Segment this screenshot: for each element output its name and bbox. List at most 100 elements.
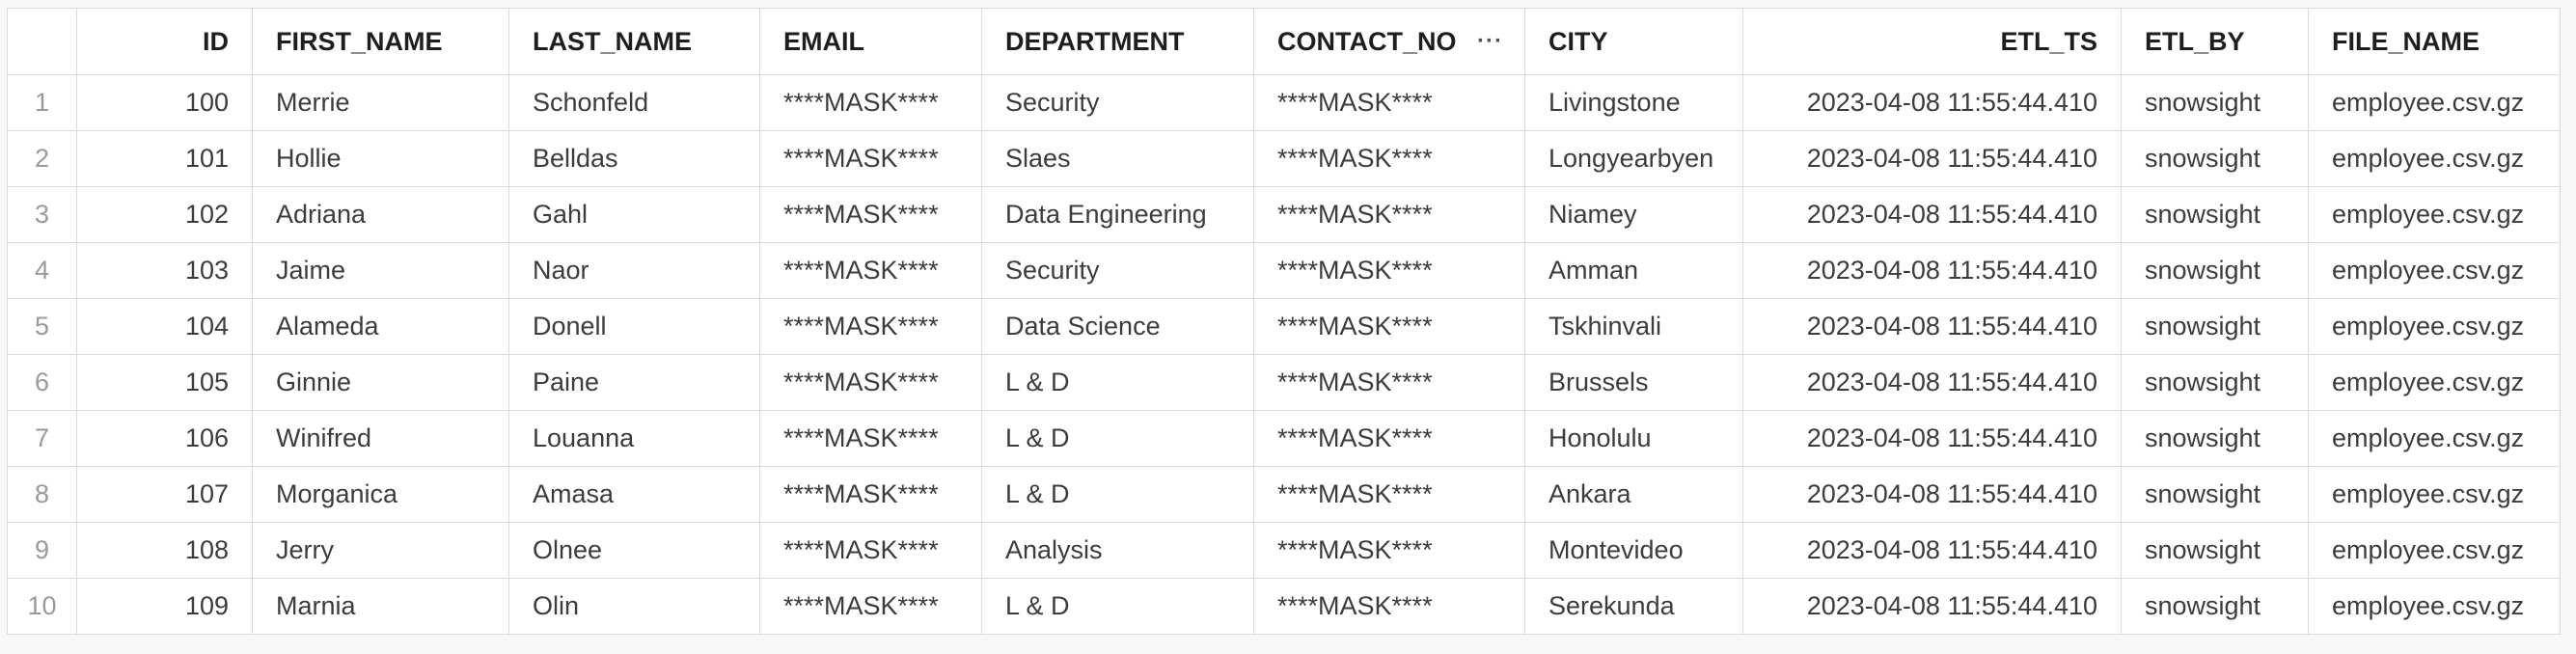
column-header-contact-no[interactable]: CONTACT_NO ··· <box>1253 8 1525 75</box>
cell-email[interactable]: ****MASK**** <box>759 466 982 523</box>
more-horizontal-icon[interactable]: ··· <box>1477 28 1503 55</box>
cell-contact-no[interactable]: ****MASK**** <box>1253 578 1525 635</box>
cell-first-name[interactable]: Ginnie <box>252 354 509 411</box>
cell-city[interactable]: Honolulu <box>1524 410 1743 467</box>
cell-city[interactable]: Tskhinvali <box>1524 298 1743 355</box>
table-row[interactable]: 8 107 Morganica Amasa ****MASK**** L & D ****M… <box>7 466 2561 523</box>
cell-email[interactable]: ****MASK**** <box>759 186 982 243</box>
cell-id[interactable]: 103 <box>76 242 253 299</box>
cell-etl-ts[interactable]: 2023-04-08 11:55:44.410 <box>1742 410 2122 467</box>
cell-etl-by[interactable]: snowsight <box>2121 130 2309 187</box>
cell-email[interactable]: ****MASK**** <box>759 130 982 187</box>
cell-etl-by[interactable]: snowsight <box>2121 74 2309 131</box>
cell-last-name[interactable]: Amasa <box>508 466 760 523</box>
cell-department[interactable]: Data Engineering <box>981 186 1254 243</box>
cell-etl-by[interactable]: snowsight <box>2121 466 2309 523</box>
cell-department[interactable]: Security <box>981 74 1254 131</box>
cell-etl-by[interactable]: snowsight <box>2121 410 2309 467</box>
cell-last-name[interactable]: Louanna <box>508 410 760 467</box>
cell-city[interactable]: Montevideo <box>1524 522 1743 579</box>
cell-city[interactable]: Longyearbyen <box>1524 130 1743 187</box>
row-number[interactable]: 3 <box>7 186 77 243</box>
cell-email[interactable]: ****MASK**** <box>759 298 982 355</box>
cell-etl-ts[interactable]: 2023-04-08 11:55:44.410 <box>1742 74 2122 131</box>
cell-city[interactable]: Niamey <box>1524 186 1743 243</box>
cell-city[interactable]: Amman <box>1524 242 1743 299</box>
table-row[interactable]: 9 108 Jerry Olnee ****MASK**** Analysis ****MA… <box>7 522 2561 579</box>
row-number[interactable]: 2 <box>7 130 77 187</box>
cell-first-name[interactable]: Jerry <box>252 522 509 579</box>
cell-file-name[interactable]: employee.csv.gz <box>2308 242 2561 299</box>
table-row[interactable]: 1 100 Merrie Schonfeld ****MASK**** Security *… <box>7 74 2561 131</box>
cell-etl-by[interactable]: snowsight <box>2121 522 2309 579</box>
cell-file-name[interactable]: employee.csv.gz <box>2308 522 2561 579</box>
cell-etl-ts[interactable]: 2023-04-08 11:55:44.410 <box>1742 298 2122 355</box>
row-number[interactable]: 9 <box>7 522 77 579</box>
cell-first-name[interactable]: Marnia <box>252 578 509 635</box>
cell-contact-no[interactable]: ****MASK**** <box>1253 522 1525 579</box>
cell-department[interactable]: L & D <box>981 466 1254 523</box>
cell-department[interactable]: L & D <box>981 410 1254 467</box>
cell-last-name[interactable]: Paine <box>508 354 760 411</box>
row-number[interactable]: 6 <box>7 354 77 411</box>
cell-file-name[interactable]: employee.csv.gz <box>2308 354 2561 411</box>
column-header-last-name[interactable]: LAST_NAME <box>508 8 760 75</box>
table-row[interactable]: 7 106 Winifred Louanna ****MASK**** L & D ****… <box>7 410 2561 467</box>
table-row[interactable]: 5 104 Alameda Donell ****MASK**** Data Scienc… <box>7 298 2561 355</box>
cell-last-name[interactable]: Donell <box>508 298 760 355</box>
cell-etl-by[interactable]: snowsight <box>2121 578 2309 635</box>
cell-file-name[interactable]: employee.csv.gz <box>2308 578 2561 635</box>
cell-etl-by[interactable]: snowsight <box>2121 242 2309 299</box>
cell-contact-no[interactable]: ****MASK**** <box>1253 298 1525 355</box>
cell-etl-by[interactable]: snowsight <box>2121 298 2309 355</box>
cell-first-name[interactable]: Hollie <box>252 130 509 187</box>
cell-department[interactable]: Slaes <box>981 130 1254 187</box>
cell-contact-no[interactable]: ****MASK**** <box>1253 186 1525 243</box>
cell-contact-no[interactable]: ****MASK**** <box>1253 74 1525 131</box>
cell-first-name[interactable]: Winifred <box>252 410 509 467</box>
cell-last-name[interactable]: Gahl <box>508 186 760 243</box>
cell-etl-ts[interactable]: 2023-04-08 11:55:44.410 <box>1742 130 2122 187</box>
cell-contact-no[interactable]: ****MASK**** <box>1253 242 1525 299</box>
cell-last-name[interactable]: Schonfeld <box>508 74 760 131</box>
cell-file-name[interactable]: employee.csv.gz <box>2308 466 2561 523</box>
cell-id[interactable]: 106 <box>76 410 253 467</box>
row-number[interactable]: 10 <box>7 578 77 635</box>
cell-id[interactable]: 104 <box>76 298 253 355</box>
cell-last-name[interactable]: Belldas <box>508 130 760 187</box>
cell-contact-no[interactable]: ****MASK**** <box>1253 130 1525 187</box>
cell-etl-ts[interactable]: 2023-04-08 11:55:44.410 <box>1742 466 2122 523</box>
cell-etl-ts[interactable]: 2023-04-08 11:55:44.410 <box>1742 354 2122 411</box>
cell-id[interactable]: 102 <box>76 186 253 243</box>
cell-etl-ts[interactable]: 2023-04-08 11:55:44.410 <box>1742 522 2122 579</box>
cell-contact-no[interactable]: ****MASK**** <box>1253 410 1525 467</box>
table-row[interactable]: 3 102 Adriana Gahl ****MASK**** Data Engineer… <box>7 186 2561 243</box>
column-header-first-name[interactable]: FIRST_NAME <box>252 8 509 75</box>
cell-id[interactable]: 108 <box>76 522 253 579</box>
cell-first-name[interactable]: Adriana <box>252 186 509 243</box>
cell-last-name[interactable]: Olnee <box>508 522 760 579</box>
cell-id[interactable]: 107 <box>76 466 253 523</box>
cell-email[interactable]: ****MASK**** <box>759 578 982 635</box>
cell-file-name[interactable]: employee.csv.gz <box>2308 130 2561 187</box>
cell-email[interactable]: ****MASK**** <box>759 410 982 467</box>
cell-city[interactable]: Livingstone <box>1524 74 1743 131</box>
cell-email[interactable]: ****MASK**** <box>759 242 982 299</box>
cell-city[interactable]: Ankara <box>1524 466 1743 523</box>
row-number[interactable]: 7 <box>7 410 77 467</box>
column-header-city[interactable]: CITY <box>1524 8 1743 75</box>
cell-etl-by[interactable]: snowsight <box>2121 354 2309 411</box>
cell-contact-no[interactable]: ****MASK**** <box>1253 466 1525 523</box>
row-number[interactable]: 5 <box>7 298 77 355</box>
row-number[interactable]: 4 <box>7 242 77 299</box>
column-header-file-name[interactable]: FILE_NAME <box>2308 8 2561 75</box>
cell-contact-no[interactable]: ****MASK**** <box>1253 354 1525 411</box>
cell-department[interactable]: L & D <box>981 354 1254 411</box>
cell-email[interactable]: ****MASK**** <box>759 522 982 579</box>
cell-department[interactable]: L & D <box>981 578 1254 635</box>
row-number[interactable]: 1 <box>7 74 77 131</box>
cell-city[interactable]: Serekunda <box>1524 578 1743 635</box>
column-header-email[interactable]: EMAIL <box>759 8 982 75</box>
table-row[interactable]: 4 103 Jaime Naor ****MASK**** Security ****MAS… <box>7 242 2561 299</box>
cell-id[interactable]: 100 <box>76 74 253 131</box>
